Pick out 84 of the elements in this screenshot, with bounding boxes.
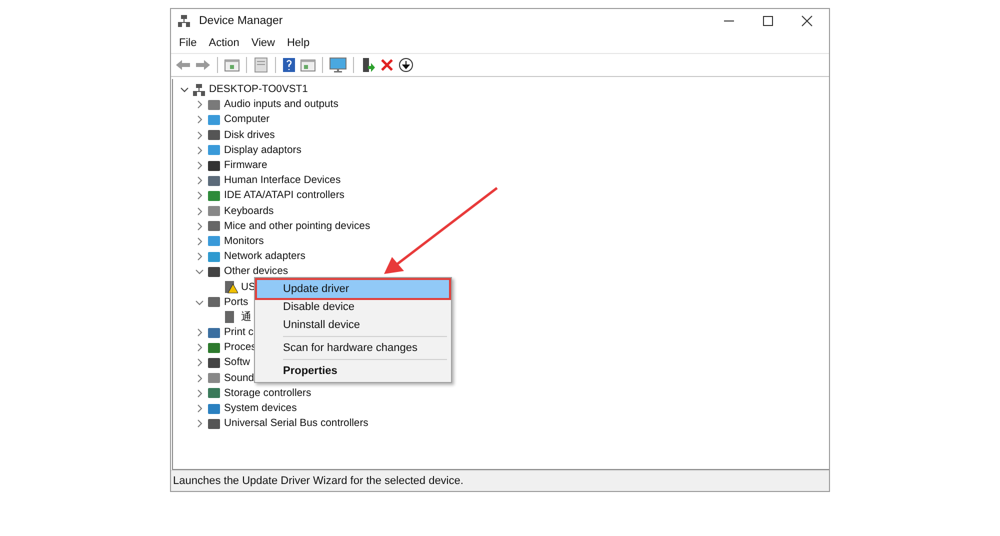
chevron-icon[interactable] — [195, 358, 204, 368]
tree-item[interactable]: Disk drives — [224, 130, 275, 141]
device-category-icon — [207, 356, 221, 370]
device-category-icon — [207, 326, 221, 340]
device-category-icon — [207, 250, 221, 264]
device-category-icon — [207, 264, 221, 279]
device-category-icon — [207, 143, 221, 158]
window-title: Device Manager — [199, 15, 283, 27]
device-category-icon — [207, 371, 221, 386]
tree-item[interactable]: Other devices — [224, 266, 288, 278]
chevron-icon[interactable] — [195, 404, 204, 414]
tree-item[interactable]: Print c — [224, 327, 254, 338]
tree-item[interactable]: Sound — [224, 372, 254, 384]
monitor-icon[interactable] — [329, 57, 347, 73]
properties-sheet-icon[interactable] — [253, 57, 269, 73]
chevron-icon[interactable] — [195, 115, 204, 124]
download-circle-icon[interactable] — [398, 57, 414, 73]
tree-item[interactable]: Ports — [224, 296, 248, 308]
chevron-icon[interactable] — [195, 328, 204, 338]
chevron-icon[interactable] — [195, 252, 204, 262]
device-category-icon — [207, 158, 221, 173]
device-category-icon — [207, 340, 221, 355]
chevron-icon[interactable] — [195, 130, 204, 140]
tree-item[interactable]: Mice and other pointing devices — [224, 220, 370, 232]
tree-item[interactable]: Network adapters — [224, 251, 306, 262]
tree-item[interactable]: Firmware — [224, 160, 268, 172]
forward-arrow-icon[interactable] — [195, 58, 211, 72]
device-category-icon — [207, 219, 221, 234]
device-category-icon — [207, 188, 221, 203]
chevron-icon[interactable] — [195, 419, 204, 428]
chevron-icon[interactable] — [195, 298, 204, 307]
device-category-icon — [207, 112, 221, 127]
tree-item[interactable]: DESKTOP-TO0VST1 — [209, 84, 308, 96]
chevron-icon[interactable] — [180, 85, 189, 94]
chevron-icon[interactable] — [195, 161, 204, 170]
tree-item[interactable]: System devices — [224, 403, 297, 414]
chevron-icon[interactable] — [195, 146, 204, 155]
device-category-icon — [207, 416, 221, 431]
device-category-icon — [207, 234, 221, 248]
tree-item[interactable]: Storage controllers — [224, 388, 312, 399]
maximize-icon[interactable] — [762, 15, 774, 27]
menu-item[interactable]: Help — [280, 37, 316, 49]
device-category-icon — [207, 98, 221, 112]
context-menu-item[interactable]: Uninstall device — [257, 316, 449, 334]
tree-item[interactable]: Audio inputs and outputs — [224, 99, 338, 110]
chevron-icon[interactable] — [195, 100, 204, 110]
chevron-icon[interactable] — [195, 222, 204, 231]
help-icon[interactable] — [282, 57, 296, 73]
device-category-icon — [207, 174, 221, 188]
tree-item[interactable]: 通 — [241, 310, 251, 324]
device-manager-icon — [177, 14, 191, 28]
chevron-icon[interactable] — [195, 388, 204, 398]
context-menu-item[interactable]: Scan for hardware changes — [257, 339, 449, 357]
tree-item[interactable]: Computer — [224, 114, 270, 126]
chevron-icon[interactable] — [195, 267, 204, 276]
chevron-icon[interactable] — [195, 236, 204, 246]
chevron-icon[interactable] — [195, 374, 204, 383]
menu-item[interactable]: Action — [202, 37, 246, 49]
device-category-icon — [207, 204, 221, 218]
tree-item[interactable]: Keyboards — [224, 206, 274, 217]
close-icon[interactable] — [801, 15, 813, 27]
uninstall-x-icon[interactable] — [380, 58, 394, 72]
tree-item[interactable]: Display adaptors — [224, 144, 302, 156]
device-category-icon — [207, 402, 221, 416]
context-menu-item[interactable]: Update driver — [257, 280, 449, 298]
device-category-icon — [207, 295, 221, 310]
device-category-icon — [207, 128, 221, 142]
device-category-icon — [207, 386, 221, 400]
context-menu-item[interactable]: Disable device — [257, 298, 449, 316]
tree-item[interactable]: IDE ATA/ATAPI controllers — [224, 190, 344, 202]
status-bar: Launches the Update Driver Wizard for the selected device. — [171, 470, 829, 491]
chevron-icon[interactable] — [195, 343, 204, 352]
chevron-icon[interactable] — [195, 191, 204, 200]
back-arrow-icon[interactable] — [175, 58, 191, 72]
tree-item[interactable]: Human Interface Devices — [224, 175, 341, 186]
menu-item[interactable]: File — [173, 37, 203, 49]
context-menu-item[interactable]: Properties — [257, 362, 449, 380]
chevron-icon[interactable] — [195, 176, 204, 186]
tree-item[interactable]: Universal Serial Bus controllers — [224, 418, 368, 430]
menu-item[interactable]: View — [245, 37, 281, 49]
chevron-icon[interactable] — [195, 206, 204, 216]
tree-item[interactable]: Monitors — [224, 236, 264, 247]
computer-network-icon — [192, 82, 206, 97]
tree-item[interactable]: Softw — [224, 357, 250, 368]
